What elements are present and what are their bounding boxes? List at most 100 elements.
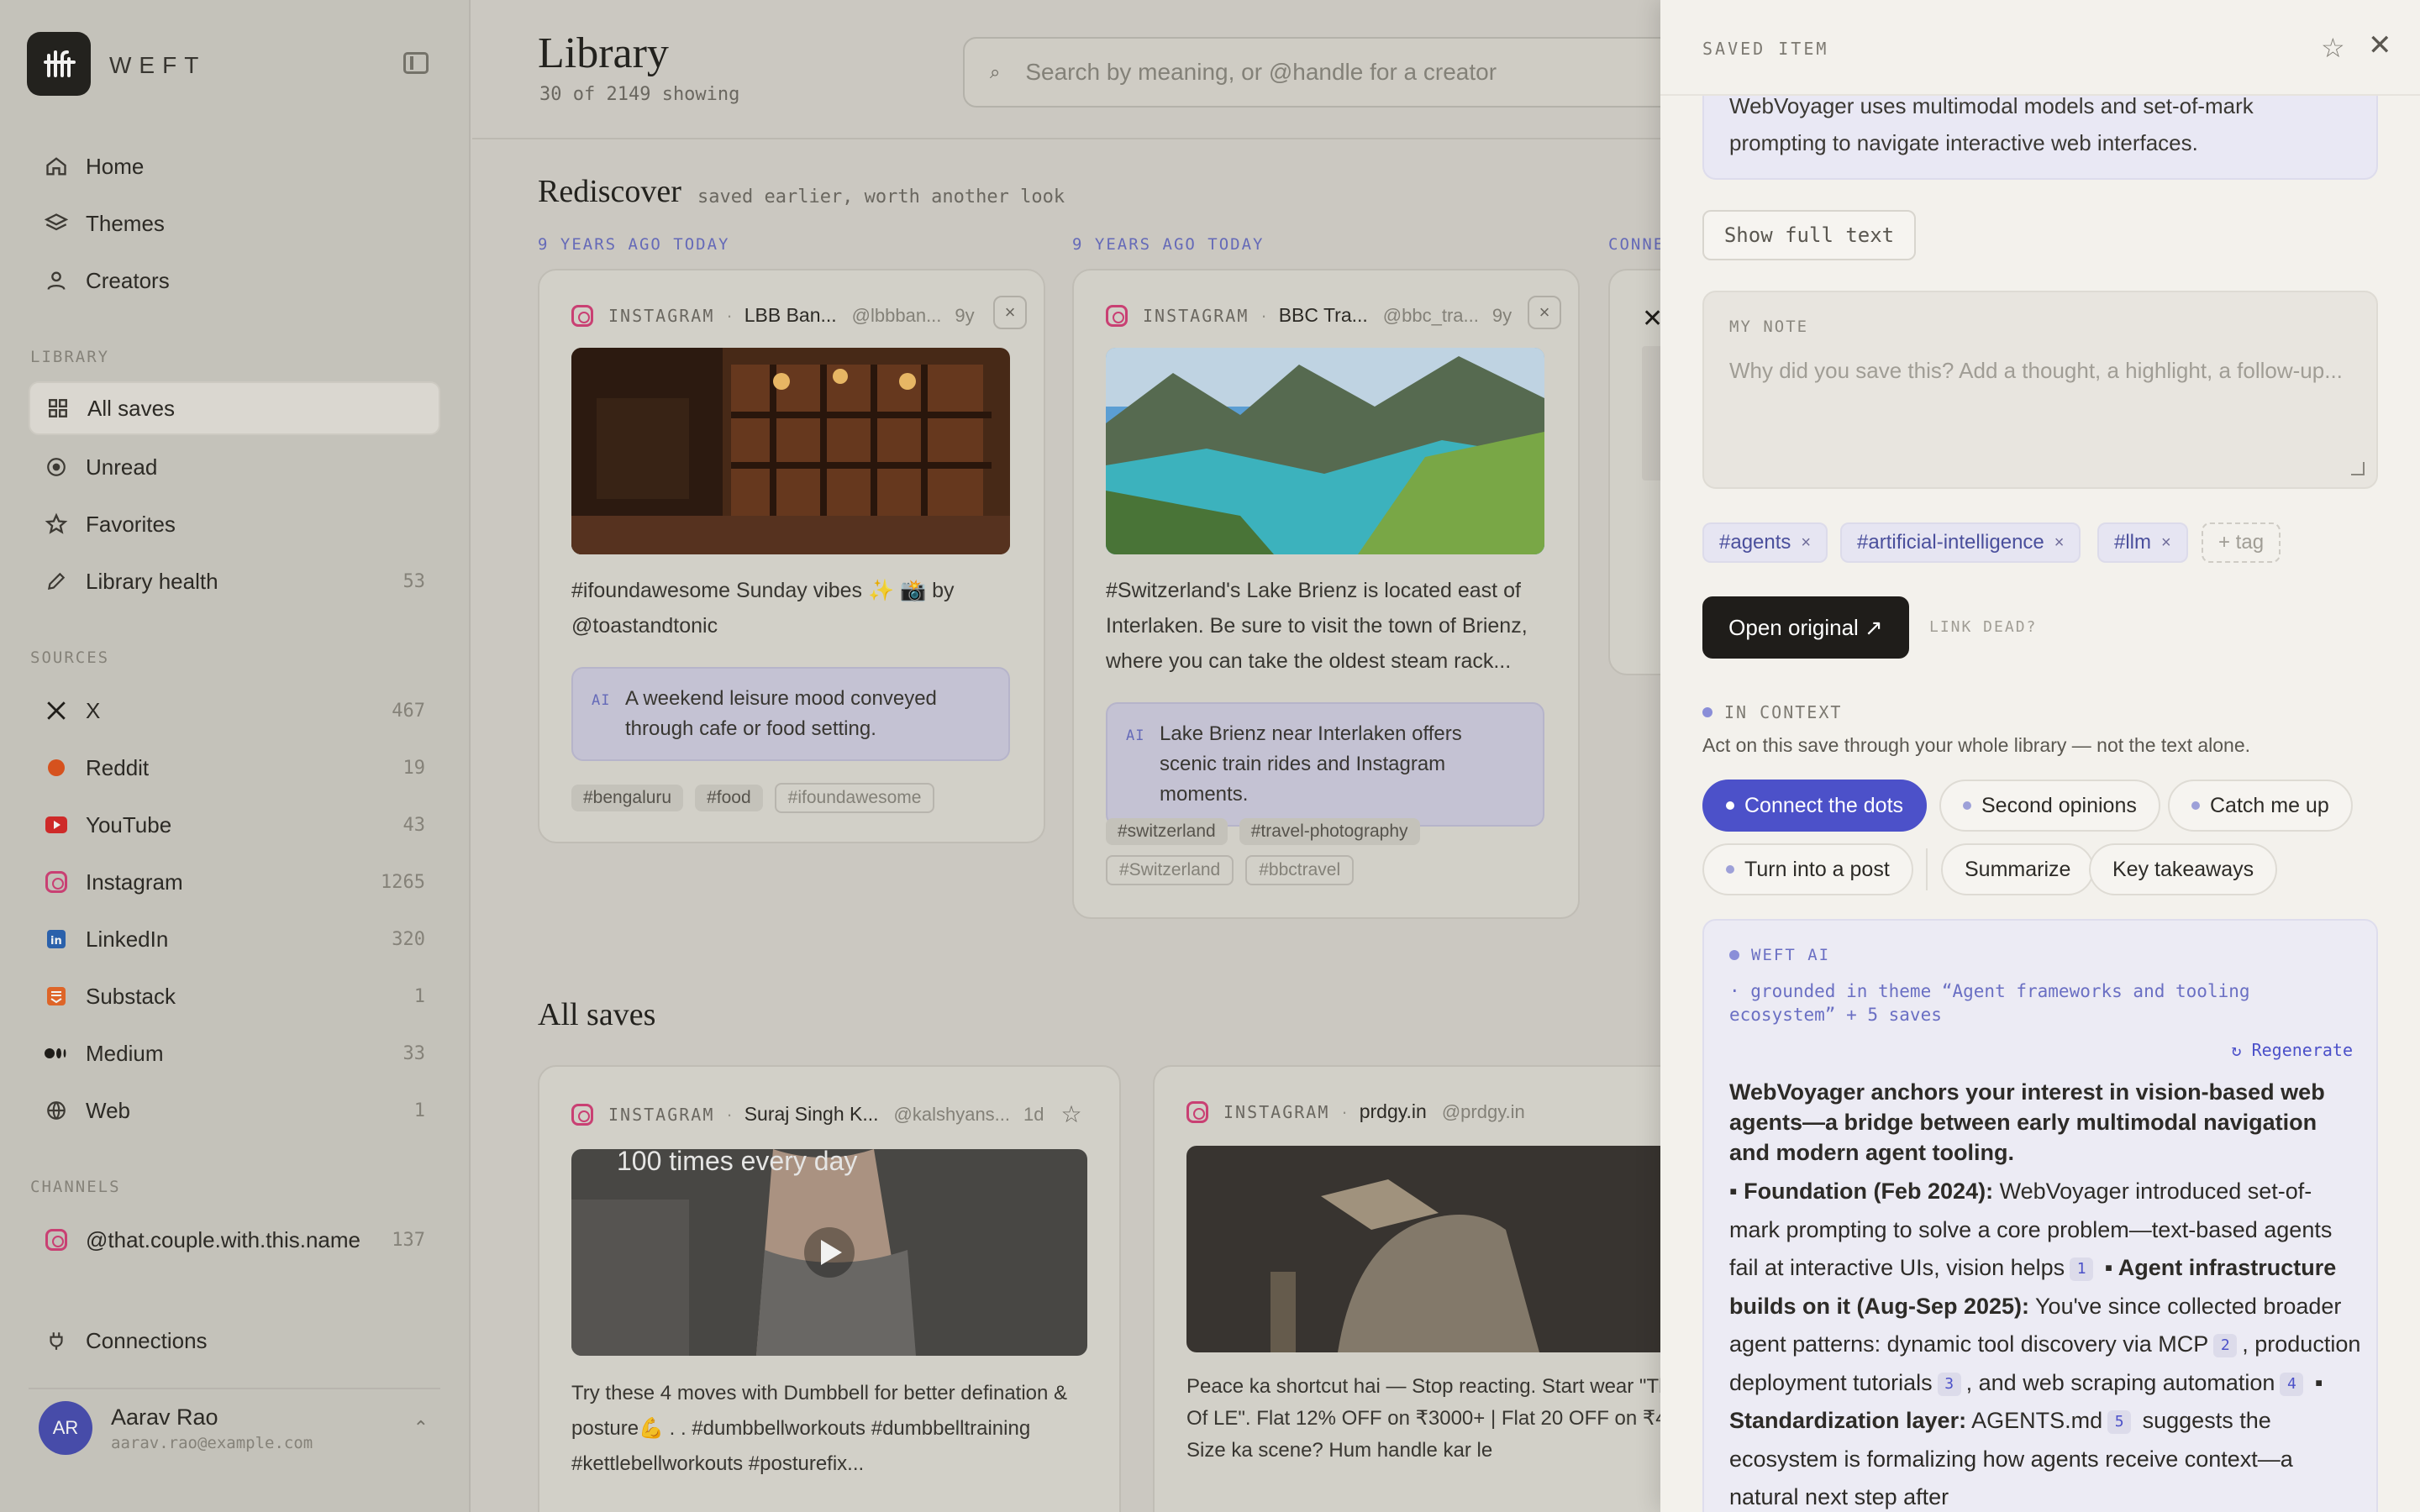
close-icon[interactable]: ✕ (2368, 29, 2392, 62)
x-logo-icon (44, 698, 69, 723)
nav-library-health[interactable]: Library health 53 (29, 554, 440, 608)
nav-all-saves[interactable]: All saves (29, 381, 440, 435)
grid-icon (45, 396, 71, 421)
nav-connections[interactable]: Connections (29, 1314, 440, 1368)
nav-label: Substack (86, 983, 176, 1009)
card-label: CONNE (1608, 235, 1660, 254)
rediscover-card[interactable]: INSTAGRAM · LBB Ban... @lbbban... 9y × #… (538, 269, 1045, 843)
tag[interactable]: #switzerland (1106, 818, 1228, 845)
card-label: 9 YEARS AGO TODAY (538, 235, 730, 254)
tag-label: #llm (2114, 531, 2152, 554)
tag[interactable]: #travel-photography (1239, 818, 1420, 845)
weft-logo[interactable] (27, 32, 91, 96)
nav-label: All saves (87, 395, 176, 421)
dismiss-button[interactable]: × (993, 296, 1027, 329)
action-connect-the-dots[interactable]: Connect the dots (1702, 780, 1928, 832)
resize-handle-icon[interactable] (2351, 462, 2365, 475)
chip-dot-icon (1726, 865, 1734, 874)
card-age: 9y (955, 304, 975, 326)
link-dead-button[interactable]: LINK DEAD? (1929, 618, 2037, 636)
channel-item[interactable]: @that.couple.with.this.name 137 (29, 1213, 440, 1267)
post-image (1186, 1146, 1660, 1352)
remove-tag-icon[interactable]: × (1801, 533, 1811, 553)
source-substack[interactable]: Substack 1 (29, 969, 440, 1023)
source-x[interactable]: X 467 (29, 684, 440, 738)
chip-label: Connect the dots (1744, 793, 1904, 817)
layers-icon (44, 211, 69, 236)
chip-label: Key takeaways (2112, 857, 2254, 881)
rediscover-card[interactable]: ✕ (1608, 269, 1660, 675)
dismiss-button[interactable]: × (1528, 296, 1561, 329)
action-summarize[interactable]: Summarize (1941, 843, 2095, 895)
nav-label: Home (86, 153, 145, 179)
star-icon[interactable]: ☆ (1061, 1100, 1082, 1128)
citation-ref[interactable]: 4 (2280, 1372, 2304, 1396)
regenerate-button[interactable]: ↻ Regenerate (2232, 1040, 2354, 1060)
item-tag[interactable]: #agents × (1702, 522, 1828, 563)
save-card[interactable]: INSTAGRAM · Suraj Singh K... @kalshyans.… (538, 1065, 1121, 1512)
star-icon[interactable]: ☆ (2321, 32, 2345, 64)
citation-ref[interactable]: 3 (1937, 1372, 1961, 1396)
tag[interactable]: #bbctravel (1245, 855, 1355, 885)
action-key-takeaways[interactable]: Key takeaways (2089, 843, 2278, 895)
item-tag[interactable]: #llm × (2097, 522, 2188, 563)
save-card[interactable]: INSTAGRAM · prdgy.in @prdgy.in Peace ka … (1153, 1065, 1660, 1512)
citation-ref[interactable]: 2 (2213, 1334, 2238, 1357)
instagram-icon (1106, 304, 1128, 327)
card-creator: Suraj Singh K... (744, 1103, 879, 1125)
app-name: WEFT (109, 52, 207, 78)
star-icon (44, 512, 69, 537)
library-section-label: LIBRARY (30, 348, 110, 366)
nav-creators[interactable]: Creators (29, 254, 440, 307)
source-linkedin[interactable]: in LinkedIn 320 (29, 912, 440, 966)
tag[interactable]: #ifoundawesome (774, 783, 935, 813)
card-age: 9y (1491, 304, 1512, 326)
tag[interactable]: #Switzerland (1106, 855, 1234, 885)
open-original-button[interactable]: Open original ↗ (1702, 596, 1909, 659)
instagram-icon (1186, 1100, 1208, 1123)
tag[interactable]: #bengaluru (571, 785, 684, 811)
source-youtube[interactable]: YouTube 43 (29, 798, 440, 852)
source-reddit[interactable]: Reddit 19 (29, 741, 440, 795)
note-placeholder: Why did you save this? Add a thought, a … (1729, 358, 2343, 383)
nav-unread[interactable]: Unread (29, 440, 440, 494)
chip-dot-icon (1963, 801, 1971, 810)
search-input[interactable]: ⌕ Search by meaning, or @handle for a cr… (963, 37, 1660, 108)
action-second-opinions[interactable]: Second opinions (1939, 780, 2160, 832)
citation-ref[interactable]: 1 (2070, 1257, 2094, 1281)
nav-count: 320 (392, 928, 425, 950)
nav-home[interactable]: Home (29, 139, 440, 193)
citation-ref[interactable]: 5 (2107, 1410, 2132, 1434)
x-logo-icon: ✕ (1642, 304, 1660, 333)
library-main: Library 30 of 2149 showing ⌕ Search by m… (472, 0, 1660, 1512)
action-catch-me-up[interactable]: Catch me up (2168, 780, 2353, 832)
video-thumbnail[interactable]: 100 times every day (571, 1149, 1087, 1356)
item-tag[interactable]: #artificial-intelligence × (1840, 522, 2081, 563)
nav-favorites[interactable]: Favorites (29, 497, 440, 551)
note-label: MY NOTE (1729, 318, 1809, 336)
rediscover-card[interactable]: INSTAGRAM · BBC Tra... @bbc_tra... 9y × … (1072, 269, 1580, 919)
card-label: 9 YEARS AGO TODAY (1072, 235, 1265, 254)
ai-tag: AI (1126, 727, 1145, 744)
nav-label: LinkedIn (86, 926, 169, 952)
chip-label: Summarize (1965, 857, 2071, 881)
note-field[interactable]: MY NOTE Why did you save this? Add a tho… (1702, 291, 2378, 489)
tag[interactable]: #food (695, 785, 763, 811)
remove-tag-icon[interactable]: × (2054, 533, 2065, 553)
action-turn-into-post[interactable]: Turn into a post (1702, 843, 1913, 895)
source-medium[interactable]: Medium 33 (29, 1026, 440, 1080)
nav-themes[interactable]: Themes (29, 197, 440, 250)
source-web[interactable]: Web 1 (29, 1084, 440, 1137)
add-tag-button[interactable]: + tag (2202, 522, 2281, 563)
search-icon: ⌕ (990, 61, 1001, 82)
sidebar-collapse-icon[interactable] (403, 52, 429, 74)
page-subtitle: 30 of 2149 showing (539, 84, 740, 105)
show-full-text-button[interactable]: Show full text (1702, 210, 1916, 260)
source-instagram[interactable]: Instagram 1265 (29, 855, 440, 909)
chip-label: Second opinions (1981, 793, 2137, 817)
user-menu[interactable]: AR Aarav Rao aarav.rao@example.com ⌃ (29, 1386, 440, 1470)
nav-label: Creators (86, 267, 170, 293)
remove-tag-icon[interactable]: × (2161, 533, 2171, 553)
nav-count: 467 (392, 700, 425, 722)
instagram-icon (571, 1103, 593, 1126)
